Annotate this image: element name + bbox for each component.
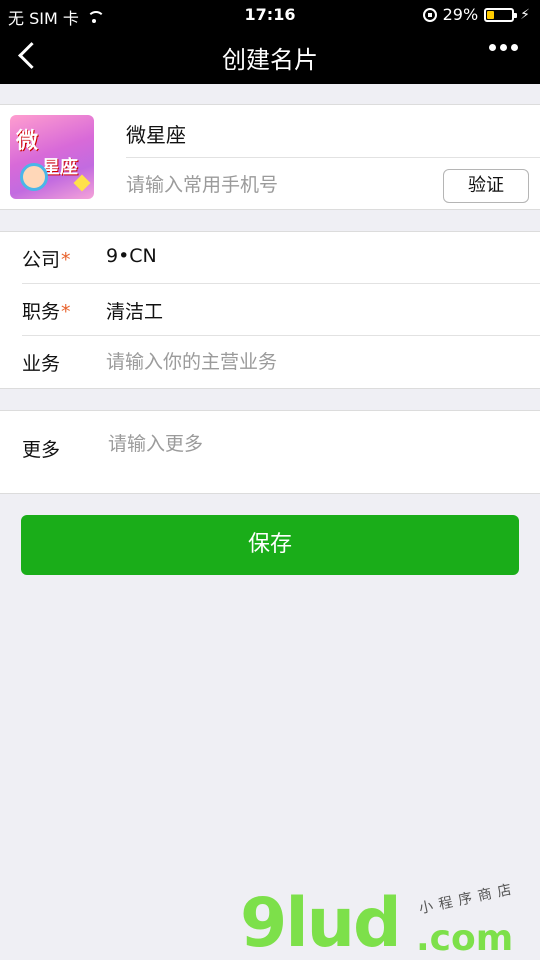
watermark-com: .com bbox=[416, 918, 514, 959]
avatar-text-1: 微 bbox=[16, 129, 39, 154]
company-label: 公司 bbox=[22, 249, 61, 271]
watermark-main: 9lud bbox=[240, 884, 402, 960]
business-label: 业务 bbox=[22, 353, 61, 375]
battery-icon bbox=[484, 7, 518, 22]
status-bar: 无 SIM 卡 17:16 29% ⚡ bbox=[0, 0, 540, 28]
position-row[interactable]: 职务* 清洁工 bbox=[0, 284, 540, 336]
info-form: 公司* 9•CN 职务* 清洁工 业务 bbox=[0, 231, 540, 389]
avatar-face-graphic bbox=[20, 163, 48, 191]
verify-button[interactable]: 验证 bbox=[443, 169, 529, 203]
position-value[interactable]: 清洁工 bbox=[106, 297, 163, 324]
more-dots-icon[interactable] bbox=[489, 44, 518, 51]
position-label: 职务 bbox=[22, 301, 61, 323]
divider bbox=[126, 157, 540, 158]
more-input[interactable] bbox=[108, 429, 518, 485]
top-bar: 无 SIM 卡 17:16 29% ⚡ 创建名片 bbox=[0, 0, 540, 84]
watermark-sub: 小程序商店 bbox=[417, 880, 519, 918]
battery-fill bbox=[487, 10, 495, 19]
business-input[interactable] bbox=[106, 344, 506, 380]
page-title: 创建名片 bbox=[222, 46, 318, 74]
phone-input[interactable] bbox=[126, 167, 426, 203]
battery-percent: 29% bbox=[442, 5, 479, 24]
company-value[interactable]: 9•CN bbox=[106, 245, 157, 267]
orientation-lock-icon bbox=[422, 7, 437, 22]
required-mark: * bbox=[61, 249, 71, 271]
profile-name: 微星座 bbox=[126, 123, 186, 147]
more-section: 更多 bbox=[0, 410, 540, 494]
business-row[interactable]: 业务 bbox=[0, 336, 540, 388]
profile-card: 微 星座 微星座 验证 bbox=[0, 104, 540, 210]
watermark-logo: 9lud 小程序商店 .com bbox=[240, 880, 540, 960]
save-button[interactable]: 保存 bbox=[21, 515, 519, 575]
nav-bar: 创建名片 bbox=[0, 28, 540, 84]
more-label: 更多 bbox=[22, 439, 61, 461]
create-card-page: 无 SIM 卡 17:16 29% ⚡ 创建名片 微 星座 微星座 请输入常用手… bbox=[0, 0, 540, 960]
avatar[interactable]: 微 星座 bbox=[10, 115, 94, 199]
required-mark: * bbox=[61, 301, 71, 323]
company-row[interactable]: 公司* 9•CN bbox=[0, 232, 540, 284]
charging-icon: ⚡ bbox=[520, 6, 530, 23]
